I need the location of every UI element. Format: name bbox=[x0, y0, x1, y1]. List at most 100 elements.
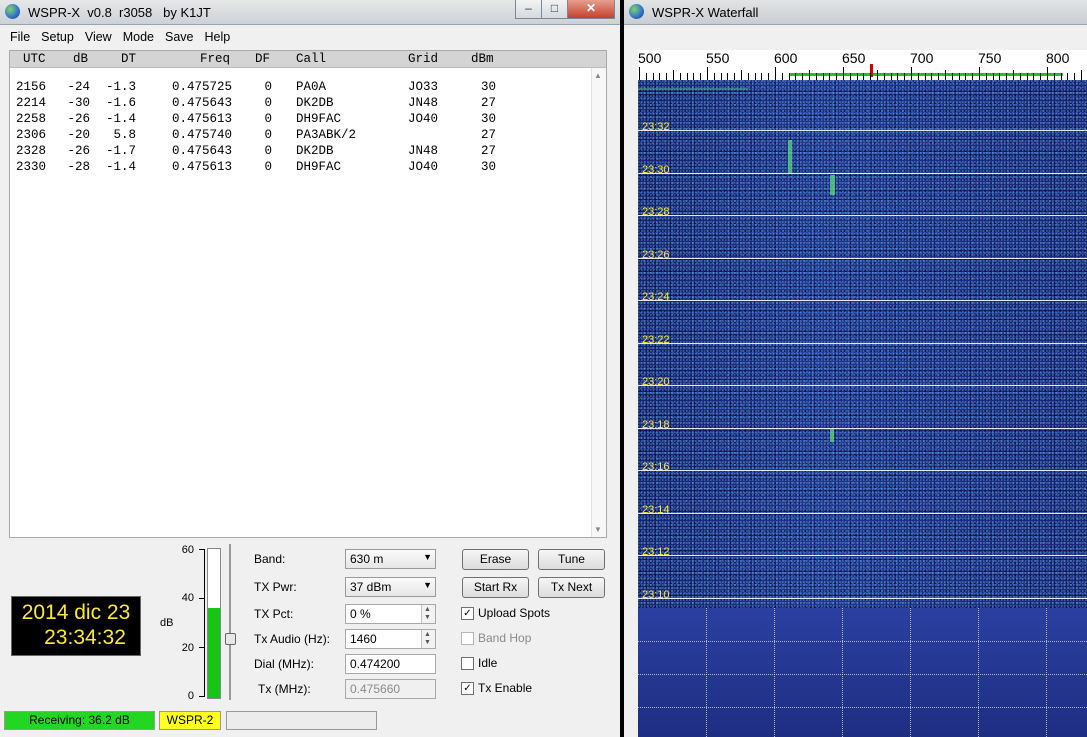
table-cell: -26 bbox=[67, 144, 90, 158]
txpct-value: 0 % bbox=[350, 607, 371, 621]
band-label: Band: bbox=[254, 552, 286, 566]
chevron-down-icon: ▼ bbox=[423, 580, 432, 590]
table-cell: -30 bbox=[67, 96, 90, 110]
erase-button[interactable]: Erase bbox=[462, 549, 529, 570]
utc-clock: 2014 dic 23 23:34:32 bbox=[11, 596, 141, 656]
upload-spots-checkbox[interactable]: ✓ bbox=[461, 607, 474, 620]
scale-tick bbox=[849, 73, 851, 80]
scale-tick bbox=[1081, 70, 1082, 80]
scale-tick bbox=[741, 70, 742, 80]
time-gridline bbox=[638, 257, 1087, 259]
scale-label: 550 bbox=[706, 50, 730, 66]
signal-level-meter bbox=[207, 548, 221, 699]
menu-file[interactable]: File bbox=[4, 26, 35, 44]
idle-checkbox[interactable] bbox=[461, 657, 474, 670]
signal-trace bbox=[830, 175, 835, 195]
scale-tick bbox=[788, 73, 790, 80]
table-cell: 27 bbox=[480, 128, 496, 142]
scale-tick bbox=[999, 73, 1001, 80]
scale-tick bbox=[1047, 67, 1048, 80]
table-cell: 0 bbox=[264, 144, 272, 158]
app-globe-icon bbox=[629, 4, 644, 19]
col-dbm: dBm bbox=[471, 52, 494, 66]
waterfall-titlebar[interactable]: WSPR-X Waterfall bbox=[624, 0, 1087, 25]
dial-input[interactable]: 0.474200 bbox=[345, 654, 436, 674]
meter-unit: dB bbox=[160, 617, 174, 629]
meter-tick-60: 60 bbox=[181, 544, 194, 556]
txaudio-spin-buttons[interactable]: ▲ ▼ bbox=[421, 630, 435, 648]
scale-tick bbox=[659, 73, 661, 80]
table-cell: 2258 bbox=[16, 112, 47, 126]
scale-tick bbox=[1026, 73, 1028, 80]
scale-tick bbox=[802, 73, 804, 80]
scale-tick bbox=[890, 73, 892, 80]
time-gridline bbox=[638, 342, 1087, 344]
waterfall-frame bbox=[624, 25, 638, 737]
table-cell: 0 bbox=[264, 112, 272, 126]
main-titlebar[interactable]: WSPR-X v0.8 r3058 by K1JT – □ ✕ bbox=[0, 0, 620, 25]
scale-tick bbox=[1067, 73, 1069, 80]
signal-trace bbox=[830, 428, 834, 442]
idle-label: Idle bbox=[478, 656, 498, 670]
minimize-button[interactable]: – bbox=[515, 0, 542, 19]
table-cell: -1.6 bbox=[105, 96, 136, 110]
time-gridline bbox=[638, 597, 1087, 599]
menu-mode[interactable]: Mode bbox=[117, 26, 159, 44]
time-label: 23:12 bbox=[642, 546, 670, 558]
meter-tick-40: 40 bbox=[181, 592, 194, 604]
table-cell: -28 bbox=[67, 160, 90, 174]
tx-next-button[interactable]: Tx Next bbox=[538, 577, 605, 598]
band-select[interactable]: 630 m ▼ bbox=[345, 549, 436, 569]
scale-tick bbox=[1060, 73, 1062, 80]
txaudio-label: Tx Audio (Hz): bbox=[254, 632, 331, 646]
menu-help[interactable]: Help bbox=[198, 26, 235, 44]
scale-tick bbox=[877, 70, 878, 80]
scale-tick bbox=[768, 73, 770, 80]
txpct-spin-buttons[interactable]: ▲ ▼ bbox=[421, 605, 435, 623]
menu-setup[interactable]: Setup bbox=[35, 26, 79, 44]
rx-level-slider-thumb[interactable] bbox=[225, 633, 236, 645]
decodes-table[interactable]: UTC dB DT Freq DF Call Grid dBm 2156 -24 -… bbox=[9, 50, 607, 538]
scale-tick bbox=[843, 67, 844, 80]
start-rx-button[interactable]: Start Rx bbox=[462, 577, 529, 598]
table-cell: 0 bbox=[264, 80, 272, 94]
scale-tick bbox=[836, 73, 838, 80]
tx-enable-checkbox[interactable]: ✓ bbox=[461, 682, 474, 695]
table-cell: 27 bbox=[480, 144, 496, 158]
scale-tick bbox=[700, 73, 702, 80]
table-cell: PA3ABK/2 bbox=[296, 128, 357, 142]
scale-tick bbox=[870, 73, 872, 80]
table-cell: -20 bbox=[67, 128, 90, 142]
clock-time: 23:34:32 bbox=[44, 626, 126, 649]
table-cell: PA0A bbox=[296, 80, 327, 94]
time-label: 23:28 bbox=[642, 206, 670, 218]
scale-tick bbox=[1053, 73, 1055, 80]
scale-label: 500 bbox=[638, 50, 662, 66]
scale-tick bbox=[931, 73, 933, 80]
close-button[interactable]: ✕ bbox=[567, 0, 615, 19]
table-cell: -1.3 bbox=[105, 80, 136, 94]
waterfall-display[interactable]: 23:32 23:30 23:28 23:26 23:24 23:22 23:20 23:18… bbox=[638, 80, 1087, 608]
time-gridline bbox=[638, 555, 1087, 556]
scale-tick bbox=[815, 73, 817, 80]
tune-button[interactable]: Tune bbox=[538, 549, 605, 570]
time-gridline bbox=[638, 172, 1087, 174]
txpwr-select[interactable]: 37 dBm ▼ bbox=[345, 577, 436, 597]
scale-tick bbox=[666, 73, 668, 80]
scale-tick bbox=[645, 73, 647, 80]
menu-view[interactable]: View bbox=[79, 26, 117, 44]
table-scrollbar[interactable]: ▲ ▼ bbox=[591, 68, 606, 537]
frequency-scale[interactable]: 500 550 600 650 700 750 800 bbox=[638, 50, 1087, 80]
scale-tick bbox=[992, 73, 994, 80]
menu-save[interactable]: Save bbox=[159, 26, 199, 44]
txpwr-value: 37 dBm bbox=[350, 580, 392, 594]
rx-level-slider-track[interactable] bbox=[229, 544, 231, 700]
table-cell: 0.475725 bbox=[171, 80, 232, 94]
txaudio-spinbox[interactable]: 1460 ▲ ▼ bbox=[345, 629, 436, 649]
scale-tick bbox=[951, 73, 953, 80]
col-dt: DT bbox=[121, 52, 137, 66]
txpct-spinbox[interactable]: 0 % ▲ ▼ bbox=[345, 604, 436, 624]
dial-label: Dial (MHz): bbox=[254, 657, 314, 671]
maximize-button[interactable]: □ bbox=[541, 0, 568, 19]
signal-trace bbox=[788, 140, 792, 174]
